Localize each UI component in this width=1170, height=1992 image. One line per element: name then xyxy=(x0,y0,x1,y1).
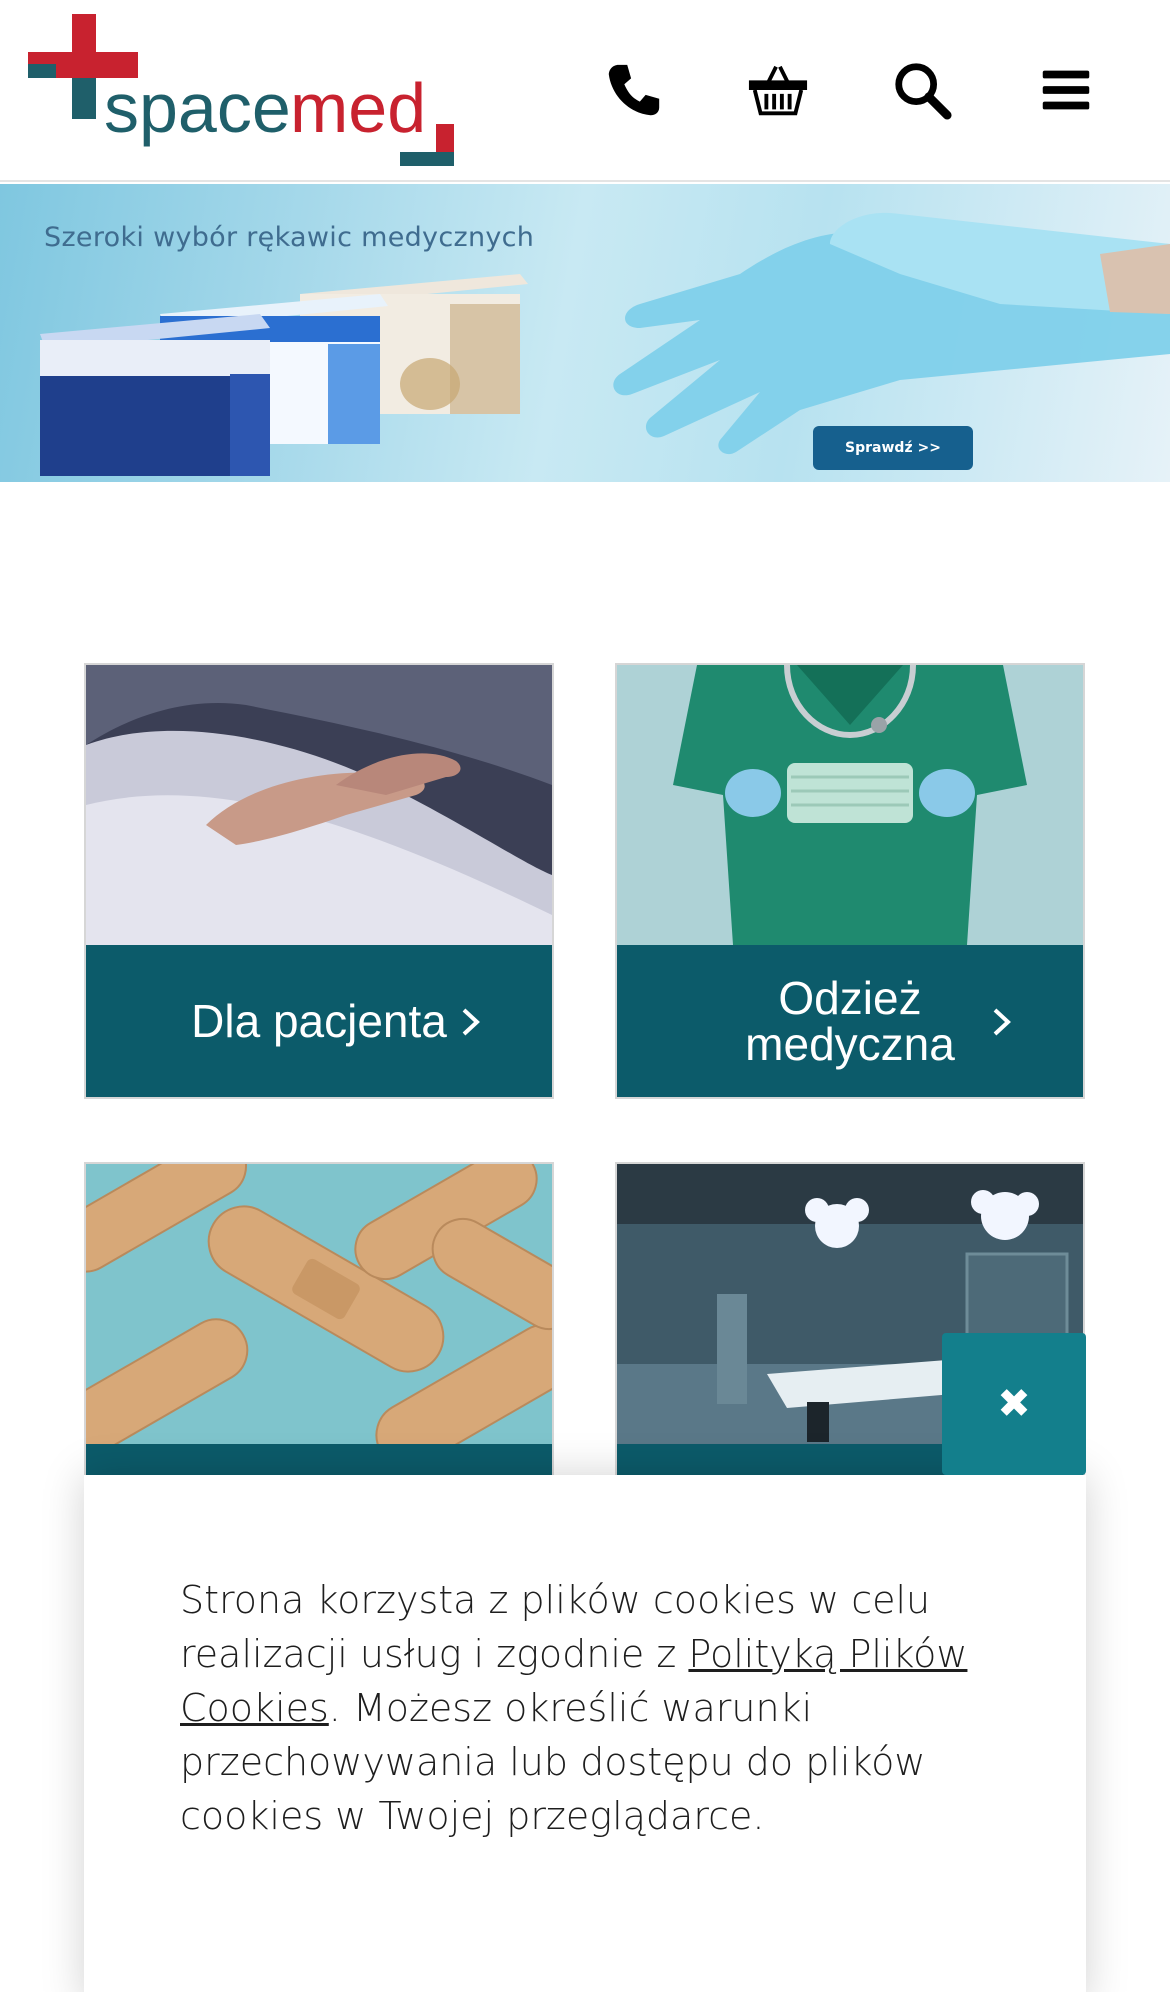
category-label-bar: Dla pacjenta xyxy=(86,945,552,1097)
chevron-right-icon xyxy=(993,1008,1011,1036)
banner-headline: Szeroki wybór rękawic medycznych xyxy=(44,222,535,253)
phone-icon[interactable] xyxy=(594,50,674,130)
cookie-text: Strona korzysta z plików cookies w celu … xyxy=(180,1573,992,1843)
close-icon: ✖ xyxy=(997,1381,1031,1427)
medical-clothing-image xyxy=(617,665,1083,945)
basket-icon[interactable] xyxy=(738,50,818,130)
spacemed-logo[interactable]: space med xyxy=(28,14,478,166)
patient-image xyxy=(86,665,552,945)
plasters-image xyxy=(86,1164,552,1444)
chevron-right-icon xyxy=(462,1008,480,1036)
promo-banner[interactable]: Szeroki wybór rękawic medycznych Sprawdź… xyxy=(0,184,1170,482)
svg-text:med: med xyxy=(290,69,426,147)
search-icon[interactable] xyxy=(882,50,962,130)
cookie-consent-panel: Strona korzysta z plików cookies w celu … xyxy=(84,1475,1086,1992)
category-label-bar: Odzież medyczna xyxy=(617,945,1083,1097)
banner-check-button[interactable]: Sprawdź >> xyxy=(813,426,973,470)
category-card-patient[interactable]: Dla pacjenta xyxy=(84,663,554,1099)
menu-icon[interactable] xyxy=(1026,50,1106,130)
category-card-medical-clothing[interactable]: Odzież medyczna xyxy=(615,663,1085,1099)
site-header: space med xyxy=(0,0,1170,182)
cookie-close-button[interactable]: ✖ xyxy=(942,1333,1086,1475)
svg-text:space: space xyxy=(104,69,291,147)
category-title: Odzież medyczna xyxy=(745,972,955,1070)
category-title: Dla pacjenta xyxy=(191,995,447,1047)
